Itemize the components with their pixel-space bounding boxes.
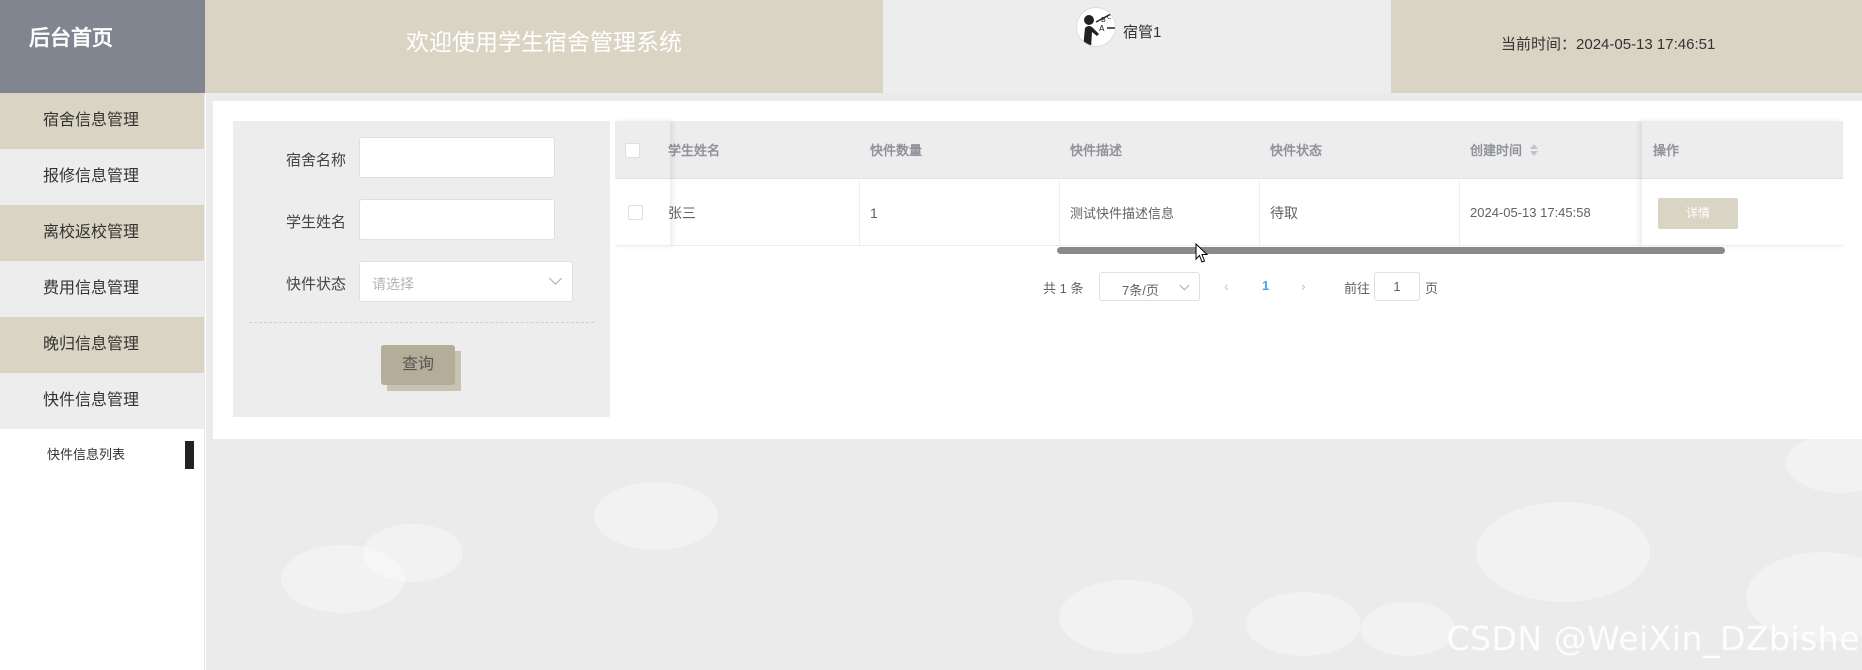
student-name-input[interactable] [359,199,555,240]
svg-text:A: A [1099,24,1105,33]
cell-count: 1 [860,180,1060,245]
active-indicator [185,441,194,469]
fixed-right-column-shadow [1642,121,1843,246]
col-status: 快件状态 [1270,143,1323,158]
teacher-avatar-icon: B C A [1083,13,1115,46]
page-suffix: 页 [1425,281,1439,296]
current-time: 当前时间：2024-05-13 17:46:51 [1391,0,1862,93]
sort-icon[interactable] [1530,143,1539,156]
sidebar-item-fees[interactable]: 费用信息管理 [0,261,204,317]
page-size-value: 7条/页 [1122,283,1159,298]
cell-created: 2024-05-13 17:45:58 [1470,205,1591,220]
search-form: 宿舍名称 学生姓名 快件状态 请选择 查询 [233,121,610,417]
page-title: 欢迎使用学生宿舍管理系统 [205,0,883,93]
prev-page-icon[interactable]: ‹ [1224,278,1229,294]
mouse-cursor-icon [1195,243,1209,263]
col-created-label: 创建时间 [1470,143,1523,158]
sidebar-item-late-return[interactable]: 晚归信息管理 [0,317,204,373]
sidebar-item-repair[interactable]: 报修信息管理 [0,149,204,205]
submenu-label: 快件信息列表 [47,447,126,462]
user-area: B C A 宿管1 [883,0,1391,93]
svg-text:B: B [1101,16,1106,24]
dorm-name-label: 宿舍名称 [286,152,347,169]
cell-status: 待取 [1260,180,1460,245]
horizontal-scrollbar[interactable] [1057,247,1725,254]
goto-page-input[interactable]: 1 [1374,272,1420,301]
watermark: CSDN @WeiXin_DZbishe [1446,619,1860,658]
next-page-icon[interactable]: › [1301,278,1306,294]
chevron-down-icon [549,272,562,285]
brand-home-link[interactable]: 后台首页 [0,0,205,93]
sidebar-item-parcel[interactable]: 快件信息管理 [0,373,204,429]
student-name-label: 学生姓名 [286,214,347,231]
svg-text:C: C [1107,14,1111,21]
sidebar: 宿舍信息管理 报修信息管理 离校返校管理 费用信息管理 晚归信息管理 快件信息管… [0,93,205,670]
parcel-status-label: 快件状态 [286,276,347,293]
goto-label: 前往 [1344,281,1371,296]
chevron-down-icon [1179,280,1190,291]
parcel-table: 学生姓名 快件数量 快件描述 快件状态 创建时间 操作 张三 1 测试快件描述信… [615,121,1843,254]
page-size-select[interactable]: 7条/页 [1099,272,1200,301]
pagination-total: 共 1 条 [1043,281,1084,296]
time-label: 当前时间： [1501,36,1577,53]
col-description: 快件描述 [1070,143,1123,158]
fixed-left-column-shadow [615,121,670,246]
cell-description: 测试快件描述信息 [1060,180,1260,245]
col-created[interactable]: 创建时间 [1460,121,1642,178]
dorm-name-input[interactable] [359,137,555,178]
status-placeholder: 请选择 [372,276,414,292]
form-divider [249,322,594,323]
sidebar-item-leave-return[interactable]: 离校返校管理 [0,205,204,261]
sidebar-item-dorm[interactable]: 宿舍信息管理 [0,93,204,149]
page-number[interactable]: 1 [1262,278,1269,293]
query-button[interactable]: 查询 [381,345,455,385]
time-value: 2024-05-13 17:46:51 [1576,36,1716,53]
cell-student: 张三 [660,180,860,245]
col-count: 快件数量 [870,143,923,158]
avatar[interactable]: B C A [1076,7,1116,47]
submenu-parcel-list[interactable]: 快件信息列表 [0,429,204,481]
col-student: 学生姓名 [668,143,721,158]
username[interactable]: 宿管1 [1123,21,1161,42]
parcel-status-select[interactable]: 请选择 [359,261,573,302]
